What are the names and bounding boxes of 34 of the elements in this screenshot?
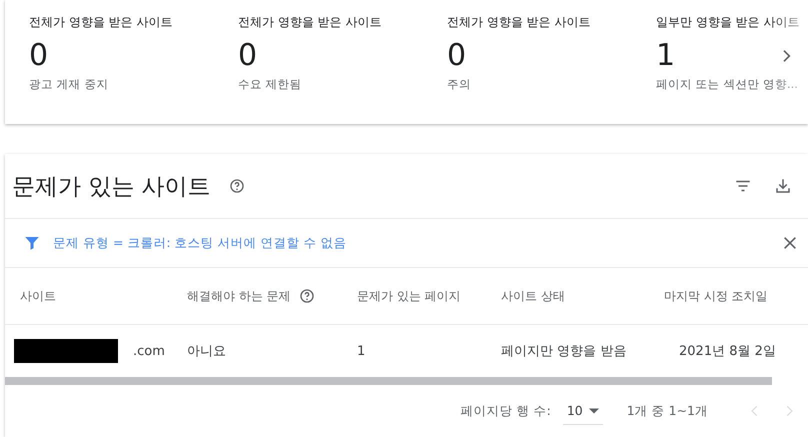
column-header[interactable]: 마지막 시정 조치일 [664,288,768,304]
filter-chip-text[interactable]: 문제 유형 = 크롤러: 호스팅 서버에 연결할 수 없음 [53,234,766,252]
panel-title: 문제가 있는 사이트 [12,172,211,202]
card-title: 전체가 영향을 받은 사이트 [29,14,172,31]
column-header[interactable]: 문제가 있는 페이지 [357,288,461,304]
table-cell-text: 1 [356,342,366,360]
dropdown-caret-icon [588,408,599,414]
card-title: 전체가 영향을 받은 사이트 [238,14,382,31]
table-cell-text: .com [132,342,165,360]
card-subtitle: 페이지 또는 섹션만 영향... [656,77,798,92]
funnel-icon [23,234,41,252]
card-title: 일부만 영향을 받은 사이트 [656,14,800,31]
column-header[interactable]: 사이트 상태 [501,288,565,304]
card-title: 전체가 영향을 받은 사이트 [447,14,590,31]
card-subtitle: 수요 제한됨 [238,77,302,92]
page-range: 1개 중 1~1개 [626,402,708,420]
table-cell-text: 페이지만 영향을 받음 [500,343,628,361]
card-count: 1 [656,39,676,73]
help-icon [228,178,245,194]
table-cell-text: 아니요 [186,343,227,361]
column-header[interactable]: 해결해야 하는 문제 [187,288,291,304]
card-subtitle: 광고 게재 중지 [29,77,108,92]
close-icon [782,235,798,251]
card-count: 0 [29,39,48,73]
column-header[interactable]: 사이트 [20,288,56,304]
rows-per-page-label: 페이지당 행 수: [460,402,551,420]
table-cell-text: 2021년 8월 2일 [678,343,777,361]
rows-per-page-select[interactable]: 10 [562,397,603,425]
card-count: 0 [447,39,466,73]
download-icon [774,177,792,195]
help-icon[interactable] [298,288,315,304]
card-subtitle: 주의 [447,77,471,92]
scrollbar[interactable] [5,377,772,385]
card-count: 0 [238,39,258,73]
